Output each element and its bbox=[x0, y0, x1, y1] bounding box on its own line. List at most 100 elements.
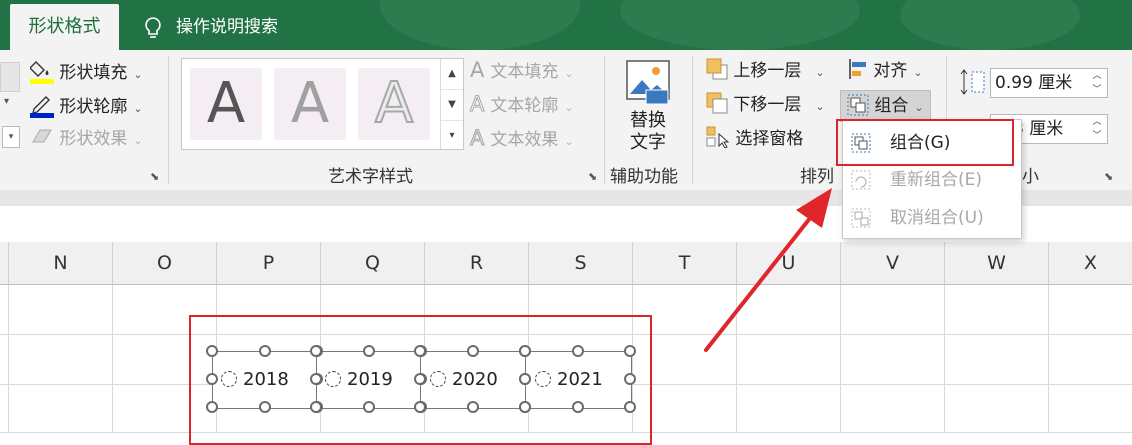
text-outline-icon: A bbox=[469, 92, 485, 117]
shape-effects-button[interactable]: 形状效果 ⌄ bbox=[30, 126, 143, 152]
text-effects-label: 文本效果 bbox=[490, 130, 559, 150]
lightbulb-icon bbox=[145, 17, 161, 38]
column-header[interactable]: X bbox=[1049, 242, 1132, 284]
accessibility-group-label: 辅助功能 bbox=[610, 167, 678, 187]
partial-gallery-up[interactable] bbox=[0, 62, 20, 92]
group-separator bbox=[604, 56, 605, 184]
text-outline-label: 文本轮廓 bbox=[490, 96, 559, 116]
chevron-down-icon: ⌄ bbox=[914, 101, 924, 114]
chevron-down-icon: ⌄ bbox=[133, 68, 143, 81]
column-header[interactable]: P bbox=[217, 242, 321, 284]
shape-effects-label: 形状效果 bbox=[59, 129, 128, 149]
alt-text-icon bbox=[626, 60, 670, 105]
menu-item-regroup-label: 重新组合(E) bbox=[890, 170, 983, 190]
shapes-highlight-box bbox=[189, 315, 652, 445]
text-fill-icon: A bbox=[470, 58, 485, 82]
shape-effects-icon bbox=[32, 129, 52, 143]
regroup-icon bbox=[851, 170, 871, 190]
group-label: 组合 bbox=[874, 96, 909, 116]
text-effects-icon: A bbox=[469, 126, 485, 151]
column-header[interactable]: Q bbox=[321, 242, 425, 284]
grid-line bbox=[8, 285, 9, 433]
pencil-icon bbox=[30, 96, 54, 118]
chevron-down-icon: ⌄ bbox=[564, 101, 574, 114]
chevron-down-icon: ⌄ bbox=[564, 67, 574, 80]
column-header[interactable]: O bbox=[113, 242, 217, 284]
send-backward-label: 下移一层 bbox=[733, 95, 802, 115]
shape-height-value: 0.99 厘米 bbox=[995, 73, 1073, 93]
chevron-down-icon: ⌄ bbox=[564, 135, 574, 148]
column-header[interactable]: N bbox=[9, 242, 113, 284]
tab-shape-format-label: 形状格式 bbox=[28, 16, 101, 37]
red-arrow-annotation bbox=[704, 188, 832, 352]
shape-height-input[interactable]: 0.99 厘米 ︿ ﹀ bbox=[990, 68, 1108, 98]
partial-gallery-more[interactable]: ▾ bbox=[2, 126, 20, 148]
gallery-down-button[interactable]: ▼ bbox=[441, 90, 463, 121]
bring-forward-label: 上移一层 bbox=[733, 61, 802, 81]
alt-text-line1: 替换 bbox=[630, 110, 666, 131]
tell-me-search[interactable]: 操作说明搜索 bbox=[140, 4, 278, 50]
chevron-down-icon: ⌄ bbox=[815, 66, 825, 79]
column-header[interactable]: R bbox=[425, 242, 529, 284]
spinner-arrows[interactable]: ︿ ﹀ bbox=[1087, 69, 1107, 97]
menu-item-ungroup[interactable]: 取消组合(U) bbox=[843, 200, 1021, 236]
group-separator bbox=[168, 56, 169, 184]
align-icon bbox=[849, 59, 866, 79]
column-header[interactable]: W bbox=[945, 242, 1049, 284]
grid-line bbox=[1048, 285, 1049, 433]
wordart-style-dark[interactable]: A bbox=[190, 68, 262, 140]
spinner-arrows[interactable]: ︿ ﹀ bbox=[1087, 115, 1107, 143]
dialog-launcher-icon[interactable]: ⬊ bbox=[150, 171, 162, 183]
wordart-group-label: 艺术字样式 bbox=[328, 167, 413, 187]
ungroup-icon bbox=[851, 208, 871, 228]
chevron-up-icon[interactable]: ︿ bbox=[1087, 115, 1107, 129]
dialog-launcher-icon[interactable]: ⬊ bbox=[588, 171, 600, 183]
menu-item-highlight-box bbox=[836, 119, 1014, 166]
shape-outline-button[interactable]: 形状轮廓 ⌄ bbox=[30, 92, 143, 118]
chevron-down-icon: ⌄ bbox=[815, 100, 825, 113]
chevron-down-icon[interactable]: ▾ bbox=[4, 96, 9, 107]
selection-pane-button[interactable]: 选择窗格 bbox=[706, 126, 803, 152]
align-button[interactable]: 对齐 ⌄ bbox=[848, 58, 923, 84]
column-header[interactable]: V bbox=[841, 242, 945, 284]
chevron-down-icon: ⌄ bbox=[913, 66, 923, 79]
gallery-up-button[interactable]: ▲ bbox=[441, 59, 463, 90]
shape-height-icon bbox=[960, 69, 985, 95]
menu-item-ungroup-label: 取消组合(U) bbox=[890, 208, 984, 228]
shape-outline-label: 形状轮廓 bbox=[59, 97, 128, 117]
dialog-launcher-icon[interactable]: ⬊ bbox=[1104, 171, 1116, 183]
column-header[interactable]: S bbox=[529, 242, 633, 284]
group-button[interactable]: 组合 ⌄ bbox=[840, 90, 931, 122]
wordart-style-gallery[interactable]: A A A ▲ ▼ ▾ bbox=[181, 58, 464, 150]
send-backward-icon bbox=[706, 92, 728, 114]
column-header-partial[interactable] bbox=[0, 242, 9, 284]
chevron-down-icon: ⌄ bbox=[133, 102, 143, 115]
shape-fill-button[interactable]: 形状填充 ⌄ bbox=[29, 58, 143, 84]
text-fill-button[interactable]: A 文本填充 ⌄ bbox=[470, 57, 574, 83]
chevron-down-icon[interactable]: ﹀ bbox=[1087, 83, 1107, 97]
wordart-style-outline[interactable]: A bbox=[358, 68, 430, 140]
tab-shape-format[interactable]: 形状格式 bbox=[10, 4, 119, 50]
bring-forward-icon bbox=[706, 58, 728, 80]
column-headers: N O P Q R S T U V W X bbox=[0, 242, 1132, 285]
background-decoration bbox=[900, 0, 1080, 50]
text-effects-button[interactable]: A 文本效果 ⌄ bbox=[469, 125, 574, 151]
text-outline-button[interactable]: A 文本轮廓 ⌄ bbox=[469, 91, 574, 117]
menu-item-regroup[interactable]: 重新组合(E) bbox=[843, 162, 1021, 198]
gallery-more-button[interactable]: ▾ bbox=[441, 121, 463, 151]
send-backward-button[interactable]: 下移一层 ⌄ bbox=[706, 92, 825, 118]
wordart-style-gray[interactable]: A bbox=[274, 68, 346, 140]
ribbon-tab-bar: 形状格式 操作说明搜索 bbox=[0, 0, 1132, 50]
bring-forward-button[interactable]: 上移一层 ⌄ bbox=[706, 58, 825, 84]
paint-bucket-icon bbox=[29, 61, 54, 84]
background-decoration bbox=[620, 0, 860, 50]
selection-pane-icon bbox=[706, 126, 730, 149]
chevron-down-icon: ⌄ bbox=[133, 134, 143, 147]
text-fill-label: 文本填充 bbox=[490, 62, 559, 82]
chevron-down-icon[interactable]: ﹀ bbox=[1087, 129, 1107, 143]
alt-text-button[interactable]: 替换 文字 bbox=[612, 56, 684, 156]
tell-me-label: 操作说明搜索 bbox=[176, 17, 278, 37]
chevron-up-icon[interactable]: ︿ bbox=[1087, 69, 1107, 83]
size-group-label: 小 bbox=[1022, 167, 1039, 187]
grid-line bbox=[944, 285, 945, 433]
